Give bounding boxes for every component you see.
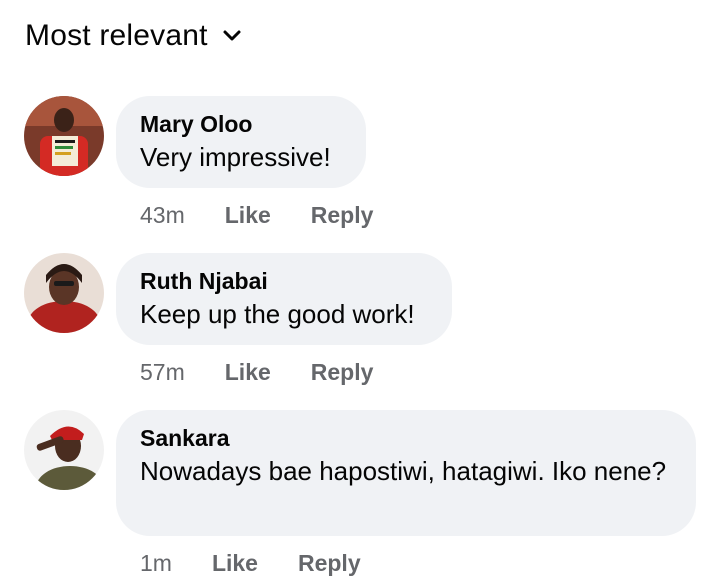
comment-actions: 43m Like Reply: [140, 200, 413, 230]
comment-author[interactable]: Mary Oloo: [140, 110, 342, 138]
comment-bubble: Mary Oloo Very impressive!: [116, 96, 366, 188]
comment-actions: 57m Like Reply: [140, 357, 413, 387]
comment-author[interactable]: Sankara: [140, 424, 672, 452]
reply-button[interactable]: Reply: [298, 550, 361, 577]
comment-bubble: Ruth Njabai Keep up the good work!: [116, 253, 452, 345]
reply-button[interactable]: Reply: [311, 202, 374, 229]
comment-time[interactable]: 57m: [140, 359, 185, 386]
comment-bubble: Sankara Nowadays bae hapostiwi, hatagiwi…: [116, 410, 696, 536]
comment-text: Nowadays bae hapostiwi, hatagiwi. Iko ne…: [140, 456, 667, 486]
like-button[interactable]: Like: [225, 202, 271, 229]
avatar[interactable]: [24, 410, 104, 490]
comment-text: Very impressive!: [140, 142, 331, 172]
like-button[interactable]: Like: [212, 550, 258, 577]
comment-time[interactable]: 43m: [140, 202, 185, 229]
comment-text: Keep up the good work!: [140, 299, 415, 329]
sort-label: Most relevant: [25, 19, 208, 52]
like-button[interactable]: Like: [225, 359, 271, 386]
avatar[interactable]: [24, 253, 104, 333]
comment-author[interactable]: Ruth Njabai: [140, 267, 428, 295]
avatar[interactable]: [24, 96, 104, 176]
comment-time[interactable]: 1m: [140, 550, 172, 577]
reply-button[interactable]: Reply: [311, 359, 374, 386]
comment-actions: 1m Like Reply: [140, 548, 401, 578]
sort-dropdown[interactable]: Most relevant: [25, 14, 242, 58]
chevron-down-icon: [222, 29, 242, 43]
